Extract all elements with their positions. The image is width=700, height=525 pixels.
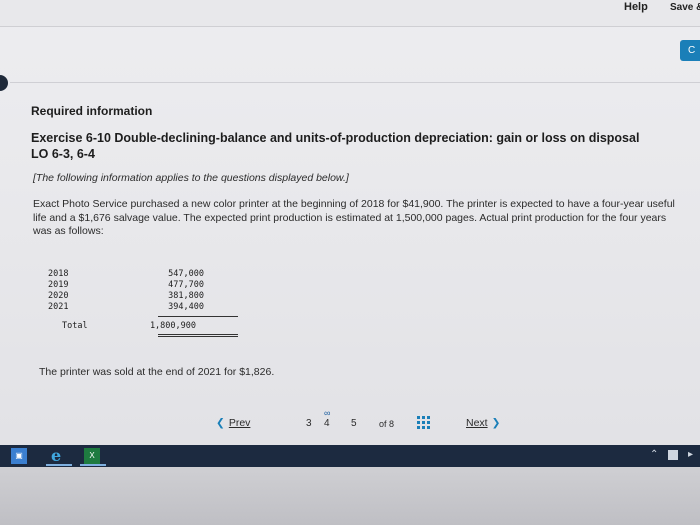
- page-link-5[interactable]: 5: [351, 418, 357, 429]
- active-indicator: [80, 464, 106, 466]
- chevron-up-icon[interactable]: ⌃: [650, 449, 658, 460]
- year-cell: 2018: [48, 269, 69, 279]
- app-window: Help Save & C Required information Exerc…: [0, 0, 700, 445]
- exercise-title: Exercise 6-10 Double-declining-balance a…: [31, 131, 640, 161]
- table-row: 2019 477,700: [40, 280, 204, 291]
- save-exit-link[interactable]: Save &: [670, 2, 700, 13]
- active-indicator: [46, 464, 72, 466]
- chevron-right-icon: ❯: [491, 417, 501, 429]
- total-rule: [158, 316, 238, 317]
- taskbar: ▣ e X ⌃ ▸: [0, 445, 700, 467]
- page-link-3[interactable]: 3: [306, 418, 312, 429]
- production-table: 2018 547,000 2019 477,700 2020 381,800 2…: [40, 269, 238, 337]
- page-total: of 8: [379, 419, 395, 429]
- prev-button[interactable]: ❮ Prev: [216, 417, 250, 429]
- divider: [10, 82, 700, 83]
- link-icon: ∞: [324, 408, 331, 418]
- tray-app-icon[interactable]: [668, 450, 678, 460]
- next-button[interactable]: Next ❯: [466, 417, 500, 429]
- sold-note: The printer was sold at the end of 2021 …: [39, 366, 275, 378]
- double-rule: [158, 336, 238, 337]
- pages-cell: 394,400: [168, 302, 204, 312]
- check-work-button[interactable]: C: [680, 40, 700, 61]
- top-bar: Help Save &: [0, 0, 700, 26]
- total-value: 1,800,900: [149, 321, 196, 331]
- total-row: Total 1,800,900: [40, 321, 240, 331]
- year-cell: 2020: [48, 291, 69, 301]
- help-link[interactable]: Help: [624, 1, 648, 13]
- table-row: 2020 381,800: [40, 291, 204, 302]
- prev-label: Prev: [228, 417, 251, 429]
- pages-cell: 381,800: [168, 291, 204, 301]
- exercise-body: Exact Photo Service purchased a new colo…: [33, 198, 675, 237]
- chevron-left-icon: ❮: [216, 417, 225, 429]
- table-row: 2018 547,000: [40, 269, 204, 280]
- exercise-note: [The following information applies to th…: [33, 172, 349, 184]
- table-row: 2021 394,400: [40, 302, 204, 313]
- side-panel-tab[interactable]: [0, 75, 8, 91]
- edge-icon[interactable]: e: [51, 448, 67, 464]
- page-link-4[interactable]: 4: [324, 418, 330, 429]
- double-rule: [158, 334, 238, 335]
- pages-cell: 477,700: [168, 280, 204, 290]
- required-info-heading: Required information: [31, 104, 153, 118]
- pagination: ❮ Prev 3 ∞ 4 5 of 8 Next ❯: [200, 408, 530, 436]
- year-cell: 2019: [48, 280, 69, 290]
- speaker-icon[interactable]: ▸: [688, 449, 693, 460]
- year-cell: 2021: [48, 302, 69, 312]
- grid-icon[interactable]: [417, 416, 430, 429]
- next-label: Next: [466, 417, 488, 429]
- windows-icon[interactable]: ▣: [11, 448, 27, 464]
- total-label: Total: [62, 321, 88, 331]
- monitor-bezel: [0, 467, 700, 525]
- pages-cell: 547,000: [168, 269, 204, 279]
- divider: [0, 26, 700, 27]
- excel-icon[interactable]: X: [84, 448, 100, 464]
